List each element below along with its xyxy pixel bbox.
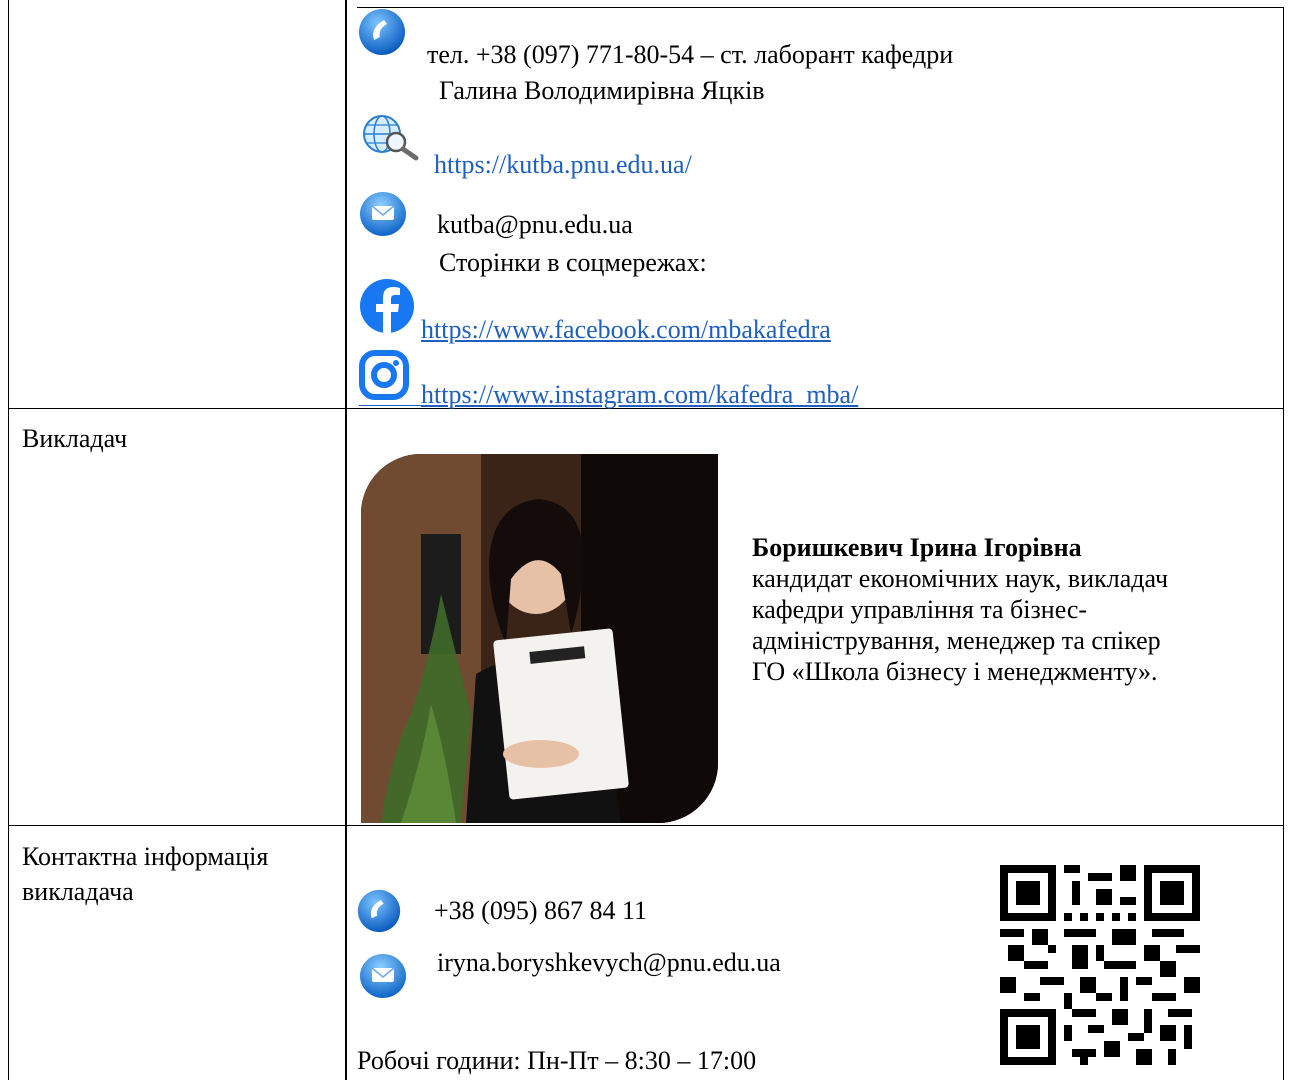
instagram-underline-lead (359, 405, 421, 406)
mail-icon (360, 192, 406, 236)
contact-label-line2: викладача (22, 877, 134, 906)
table-left-border (8, 0, 9, 1080)
social-label: Сторінки в соцмережах: (439, 248, 707, 277)
row-divider-2 (8, 825, 1284, 826)
department-website-link[interactable]: https://kutba.pnu.edu.ua/ (434, 150, 692, 180)
department-phone-line: тел. +38 (097) 771-80-54 – ст. лаборант … (427, 40, 954, 69)
department-email[interactable]: kutba@pnu.edu.ua (437, 210, 633, 240)
facebook-icon (360, 279, 414, 334)
table-top-border-right (357, 7, 1284, 8)
teacher-bio-line: кандидат економічних наук, викладач (752, 564, 1169, 593)
teacher-bio: Боришкевич Ірина Ігорівна кандидат еконо… (752, 532, 1168, 687)
teacher-photo (361, 454, 718, 823)
department-phone-person: Галина Володимирівна Яцків (439, 76, 765, 105)
instagram-link[interactable]: https://www.instagram.com/kafedra_mba/ (421, 380, 858, 410)
instagram-icon (359, 350, 409, 400)
teacher-email[interactable]: iryna.boryshkevych@pnu.edu.ua (437, 948, 781, 978)
globe-search-icon (363, 115, 419, 161)
facebook-link[interactable]: https://www.facebook.com/mbakafedra (421, 315, 831, 345)
teacher-phone[interactable]: +38 (095) 867 84 11 (434, 896, 647, 926)
phone-icon (359, 9, 405, 55)
teacher-name: Боришкевич Ірина Ігорівна (752, 533, 1082, 562)
teacher-bio-line: кафедри управління та бізнес- (752, 595, 1088, 624)
teacher-bio-line: ГО «Школа бізнесу і менеджменту». (752, 657, 1158, 686)
teacher-label: Викладач (22, 424, 128, 453)
table-right-border (1283, 8, 1284, 1080)
qr-code-icon[interactable] (1000, 865, 1200, 1065)
teacher-photo-art (361, 454, 718, 823)
teacher-bio-line: адміністрування, менеджер та спікер (752, 626, 1161, 655)
working-hours: Робочі години: Пн-Пт – 8:30 – 17:00 (357, 1046, 757, 1075)
contact-label-line1: Контактна інформація (22, 842, 269, 871)
phone-icon (357, 889, 401, 933)
table-col-divider (345, 0, 347, 1080)
mail-icon (360, 954, 406, 998)
